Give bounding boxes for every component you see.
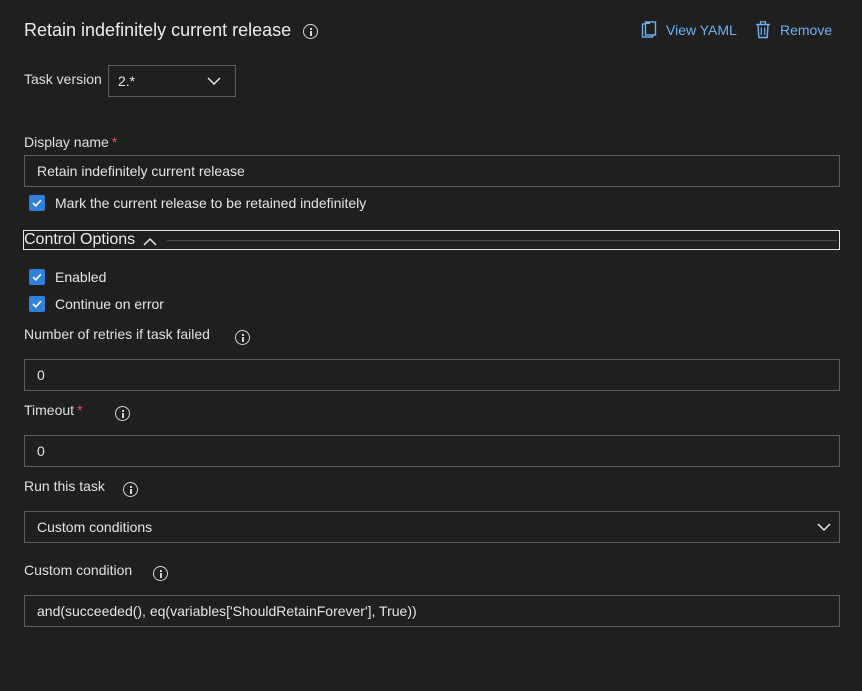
required-mark: *: [77, 402, 83, 418]
info-icon[interactable]: [153, 566, 168, 581]
retries-input[interactable]: 0: [24, 359, 840, 391]
task-version-select[interactable]: 2.*: [108, 65, 236, 97]
custom-condition-label: Custom condition: [24, 562, 133, 578]
checkmark-icon: [32, 300, 42, 308]
run-this-task-select[interactable]: Custom conditions: [24, 511, 840, 543]
enabled-label: Enabled: [55, 269, 107, 285]
timeout-label: Timeout *: [24, 402, 83, 418]
info-icon[interactable]: [303, 24, 318, 39]
chevron-up-icon: [143, 237, 157, 246]
run-this-task-value: Custom conditions: [37, 519, 153, 535]
mark-retained-label: Mark the current release to be retained …: [55, 195, 367, 211]
view-yaml-button[interactable]: View YAML: [641, 21, 737, 39]
required-mark: *: [111, 134, 118, 150]
trash-icon: [756, 21, 770, 39]
remove-label: Remove: [780, 22, 833, 38]
continue-on-error-checkbox[interactable]: [29, 296, 45, 312]
display-name-label: Display name *: [24, 134, 118, 150]
view-yaml-label: View YAML: [666, 22, 737, 38]
custom-condition-input[interactable]: and(succeeded(), eq(variables['ShouldRet…: [24, 595, 840, 627]
control-options-label: Control Options: [24, 231, 136, 248]
mark-retained-checkbox-row[interactable]: Mark the current release to be retained …: [29, 195, 366, 211]
control-options-header[interactable]: Control Options: [23, 230, 840, 250]
enabled-checkbox-row[interactable]: Enabled: [29, 269, 106, 285]
continue-on-error-label: Continue on error: [55, 296, 164, 312]
remove-button[interactable]: Remove: [755, 21, 832, 39]
task-version-label: Task version: [24, 71, 102, 87]
chevron-down-icon: [817, 523, 831, 531]
section-divider: [167, 239, 837, 241]
checkmark-icon: [32, 199, 42, 207]
run-this-task-label: Run this task: [24, 478, 105, 494]
task-version-value: 2.*: [118, 73, 136, 89]
continue-on-error-checkbox-row[interactable]: Continue on error: [29, 296, 164, 312]
info-icon[interactable]: [115, 406, 130, 421]
info-icon[interactable]: [123, 482, 138, 497]
clipboard-icon: [641, 21, 657, 38]
checkmark-icon: [32, 273, 42, 281]
mark-retained-checkbox[interactable]: [29, 195, 45, 211]
enabled-checkbox[interactable]: [29, 269, 45, 285]
display-name-input[interactable]: Retain indefinitely current release: [24, 155, 840, 187]
page-title: Retain indefinitely current release: [24, 20, 292, 40]
info-icon[interactable]: [235, 330, 250, 345]
chevron-down-icon: [207, 77, 221, 85]
timeout-input[interactable]: 0: [24, 435, 840, 467]
retries-label: Number of retries if task failed: [24, 326, 210, 342]
